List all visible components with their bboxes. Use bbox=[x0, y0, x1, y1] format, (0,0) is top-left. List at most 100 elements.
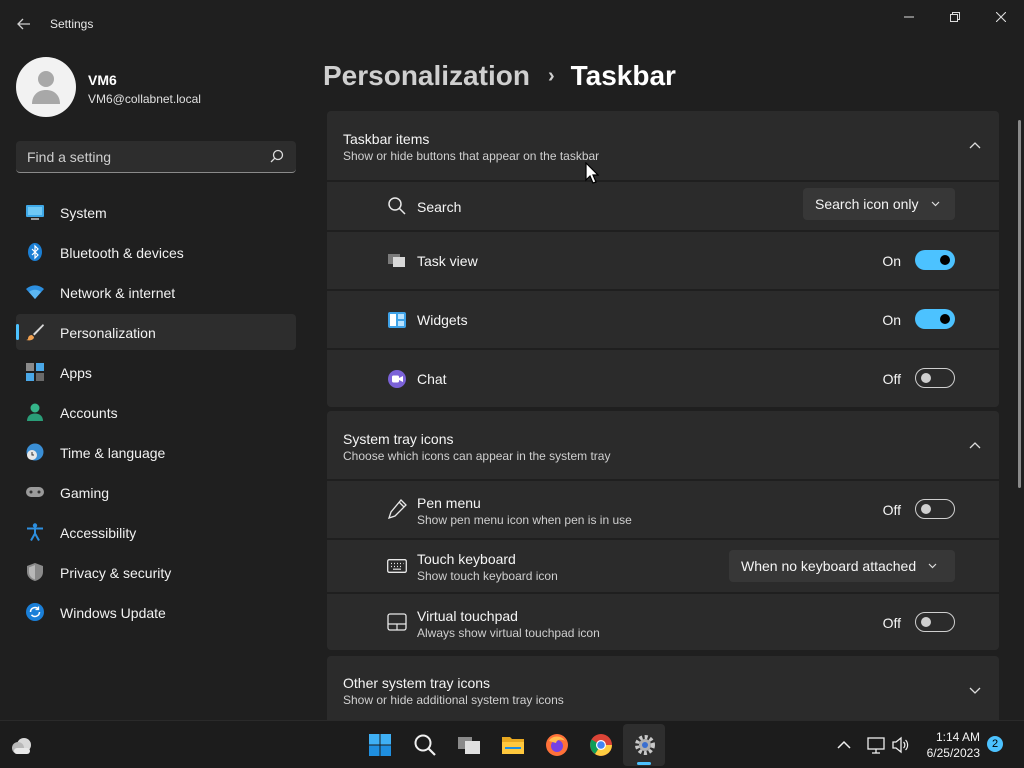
taskbar-items-header[interactable]: Taskbar items Show or hide buttons that … bbox=[327, 111, 999, 180]
close-icon bbox=[996, 12, 1006, 22]
touch-keyboard-row: Touch keyboard Show touch keyboard icon … bbox=[327, 540, 999, 592]
toggle-state-label: Off bbox=[882, 502, 901, 518]
sidebar-item-label: Gaming bbox=[60, 485, 110, 501]
breadcrumb-parent[interactable]: Personalization bbox=[323, 60, 530, 92]
pen-menu-toggle[interactable] bbox=[915, 499, 955, 519]
accounts-icon bbox=[27, 403, 43, 421]
sidebar-item-privacy[interactable]: Privacy & security bbox=[16, 554, 296, 590]
sidebar-item-network[interactable]: Network & internet bbox=[16, 274, 296, 310]
firefox-icon[interactable] bbox=[545, 733, 569, 757]
sidebar-item-label: Privacy & security bbox=[60, 565, 172, 581]
sidebar-item-label: Time & language bbox=[60, 445, 166, 461]
minimize-button[interactable] bbox=[886, 4, 932, 30]
sidebar-item-personalization[interactable]: Personalization bbox=[16, 314, 296, 350]
toggle-knob bbox=[921, 617, 931, 627]
widgets-toggle[interactable] bbox=[915, 309, 955, 329]
minimize-icon bbox=[904, 16, 914, 18]
dropdown-value: When no keyboard attached bbox=[741, 558, 917, 574]
sidebar-item-label: System bbox=[60, 205, 107, 221]
volume-icon[interactable] bbox=[891, 736, 909, 754]
toggle-state-label: Off bbox=[882, 615, 901, 631]
clock-date: 6/25/2023 bbox=[926, 746, 980, 760]
back-button[interactable] bbox=[10, 10, 38, 38]
wifi-icon bbox=[26, 285, 44, 299]
pen-menu-row: Pen menu Show pen menu icon when pen is … bbox=[327, 481, 999, 538]
breadcrumb-separator: › bbox=[547, 64, 555, 87]
section-subtitle: Show or hide buttons that appear on the … bbox=[343, 149, 600, 163]
virtual-touchpad-toggle[interactable] bbox=[915, 612, 955, 632]
row-label: Touch keyboard bbox=[417, 551, 516, 567]
row-label: Widgets bbox=[417, 312, 468, 328]
toggle-state-label: On bbox=[882, 253, 901, 269]
taskbar-search-row: Search Search icon only bbox=[327, 182, 999, 230]
task-view-toggle[interactable] bbox=[915, 250, 955, 270]
row-label: Pen menu bbox=[417, 495, 481, 511]
chevron-up-icon[interactable] bbox=[836, 737, 852, 753]
profile-email: VM6@collabnet.local bbox=[88, 92, 201, 106]
weather-icon[interactable] bbox=[10, 733, 34, 757]
scrollbar[interactable] bbox=[1018, 120, 1021, 488]
settings-search bbox=[16, 141, 296, 173]
restore-button[interactable] bbox=[932, 4, 978, 30]
sidebar-item-label: Accessibility bbox=[60, 525, 137, 541]
other-tray-header[interactable]: Other system tray icons Show or hide add… bbox=[327, 656, 999, 720]
back-arrow-icon bbox=[17, 18, 30, 30]
chevron-down-icon bbox=[928, 563, 937, 569]
chat-row: Chat Off bbox=[327, 350, 999, 407]
toggle-state-label: Off bbox=[882, 371, 901, 387]
sidebar-item-accessibility[interactable]: Accessibility bbox=[16, 514, 296, 550]
chat-icon bbox=[388, 370, 406, 388]
sidebar-item-windows-update[interactable]: Windows Update bbox=[16, 594, 296, 630]
notification-badge[interactable]: 2 bbox=[987, 736, 1003, 752]
sidebar-item-label: Personalization bbox=[60, 325, 156, 341]
sidebar-item-system[interactable]: System bbox=[16, 194, 296, 230]
start-icon[interactable] bbox=[368, 733, 392, 757]
system-tray-header[interactable]: System tray icons Choose which icons can… bbox=[327, 411, 999, 479]
pen-icon bbox=[387, 499, 407, 519]
system-icon bbox=[26, 205, 44, 220]
network-icon[interactable] bbox=[867, 736, 885, 754]
profile-name: VM6 bbox=[88, 72, 117, 88]
running-indicator bbox=[637, 762, 651, 765]
task-view-row: Task view On bbox=[327, 232, 999, 289]
virtual-touchpad-row: Virtual touchpad Always show virtual tou… bbox=[327, 594, 999, 650]
sidebar-item-label: Accounts bbox=[60, 405, 118, 421]
mouse-cursor-icon bbox=[585, 162, 599, 184]
task-view-icon[interactable] bbox=[457, 733, 481, 757]
toggle-knob bbox=[921, 504, 931, 514]
row-label: Search bbox=[417, 199, 462, 215]
sidebar-item-time-language[interactable]: Time & language bbox=[16, 434, 296, 470]
section-title: Taskbar items bbox=[343, 131, 430, 147]
avatar bbox=[16, 57, 76, 117]
chevron-up-icon[interactable] bbox=[969, 440, 981, 452]
search-mode-dropdown[interactable]: Search icon only bbox=[803, 188, 955, 220]
settings-gear-icon[interactable] bbox=[633, 733, 657, 757]
row-label: Task view bbox=[417, 253, 478, 269]
chevron-down-icon[interactable] bbox=[969, 684, 981, 696]
system-clock[interactable]: 1:14 AM 6/25/2023 bbox=[927, 729, 980, 761]
brush-icon bbox=[26, 324, 44, 341]
file-explorer-icon[interactable] bbox=[501, 733, 525, 757]
person-icon bbox=[32, 71, 60, 104]
task-view-icon bbox=[388, 254, 405, 267]
sidebar-item-label: Windows Update bbox=[60, 605, 166, 621]
chat-toggle[interactable] bbox=[915, 368, 955, 388]
toggle-state-label: On bbox=[882, 312, 901, 328]
restore-icon bbox=[950, 12, 960, 22]
search-input[interactable] bbox=[16, 141, 264, 172]
sidebar-item-gaming[interactable]: Gaming bbox=[16, 474, 296, 510]
search-icon[interactable] bbox=[413, 733, 437, 757]
sidebar-item-accounts[interactable]: Accounts bbox=[16, 394, 296, 430]
close-button[interactable] bbox=[978, 4, 1024, 30]
shield-icon bbox=[27, 563, 43, 581]
title-bar: Settings bbox=[0, 0, 1024, 48]
chrome-icon[interactable] bbox=[589, 733, 613, 757]
section-subtitle: Show or hide additional system tray icon… bbox=[343, 693, 564, 707]
chevron-down-icon bbox=[931, 201, 939, 207]
chevron-up-icon[interactable] bbox=[969, 140, 981, 152]
sidebar-item-bluetooth[interactable]: Bluetooth & devices bbox=[16, 234, 296, 270]
search-icon[interactable] bbox=[270, 149, 284, 163]
sidebar-item-apps[interactable]: Apps bbox=[16, 354, 296, 390]
touch-keyboard-dropdown[interactable]: When no keyboard attached bbox=[729, 550, 955, 582]
user-profile[interactable]: VM6 VM6@collabnet.local bbox=[16, 57, 296, 117]
